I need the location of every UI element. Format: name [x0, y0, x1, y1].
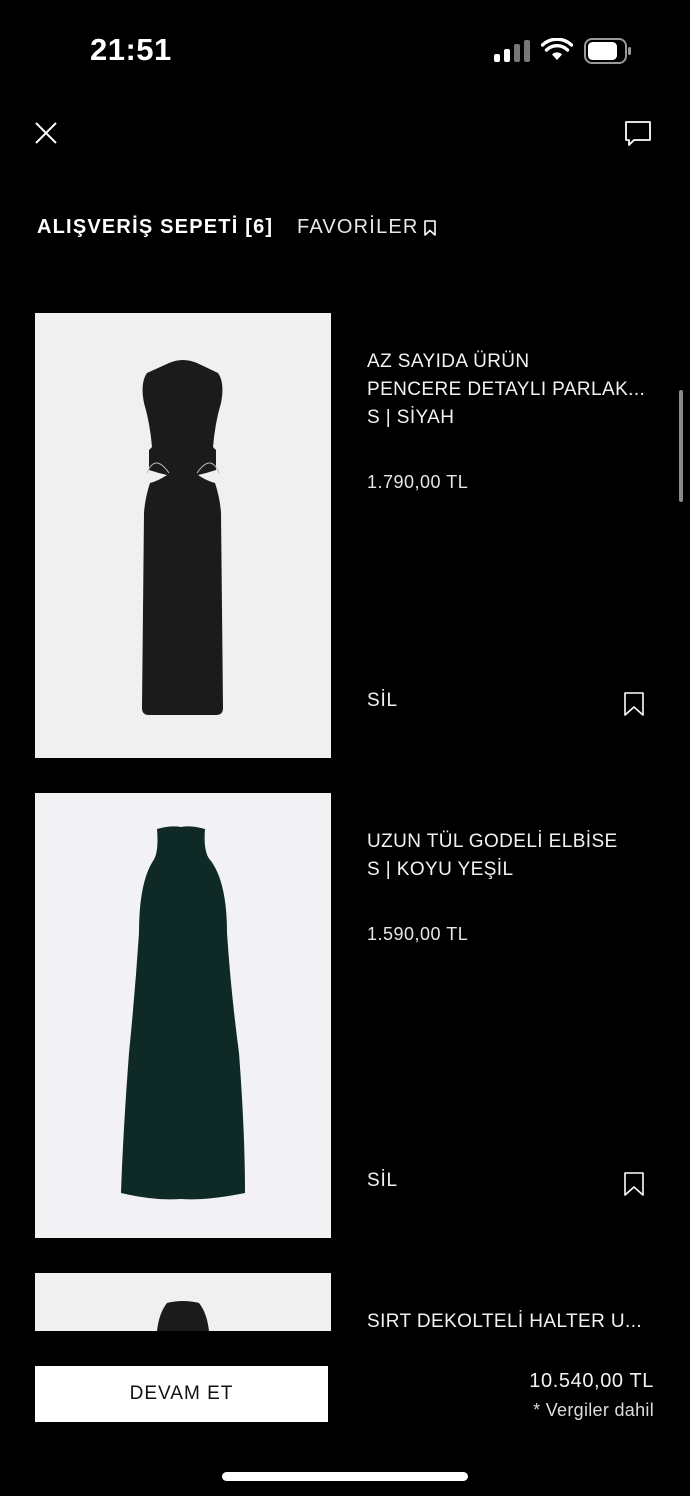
status-time: 21:51 [90, 32, 172, 67]
item-variant: S | SİYAH [367, 407, 455, 428]
remove-button[interactable]: SİL [367, 1170, 398, 1192]
tab-cart[interactable]: ALIŞVERİŞ SEPETİ [6] [37, 216, 273, 239]
signal-icon [494, 40, 530, 62]
product-image[interactable] [35, 1273, 331, 1331]
dress-shape [142, 360, 223, 715]
home-indicator[interactable] [222, 1472, 468, 1481]
item-price: 1.790,00 TL [367, 472, 469, 492]
scrollbar[interactable] [679, 390, 683, 502]
item-badge: AZ SAYIDA ÜRÜN [367, 351, 530, 372]
tax-note: * Vergiler dahil [533, 1400, 654, 1420]
dress-shape [121, 826, 245, 1200]
bookmark-icon[interactable] [422, 219, 438, 237]
cart-total: 10.540,00 TL [529, 1370, 654, 1392]
dress-shape [157, 1301, 209, 1331]
chat-icon[interactable] [622, 117, 654, 149]
wifi-icon [541, 38, 573, 60]
remove-button[interactable]: SİL [367, 690, 398, 712]
tab-favorites[interactable]: FAVORİLER [297, 216, 419, 239]
bookmark-icon[interactable] [622, 691, 646, 717]
item-name[interactable]: UZUN TÜL GODELİ ELBİSE [367, 828, 618, 856]
battery-icon [584, 38, 631, 64]
continue-button[interactable]: DEVAM ET [35, 1366, 328, 1422]
product-image[interactable] [35, 793, 331, 1238]
item-variant: S | KOYU YEŞİL [367, 859, 514, 880]
item-name[interactable]: PENCERE DETAYLI PARLAK... [367, 376, 645, 404]
product-image[interactable] [35, 313, 331, 758]
bookmark-icon[interactable] [622, 1171, 646, 1197]
close-icon[interactable] [30, 117, 62, 149]
item-price: 1.590,00 TL [367, 924, 469, 944]
